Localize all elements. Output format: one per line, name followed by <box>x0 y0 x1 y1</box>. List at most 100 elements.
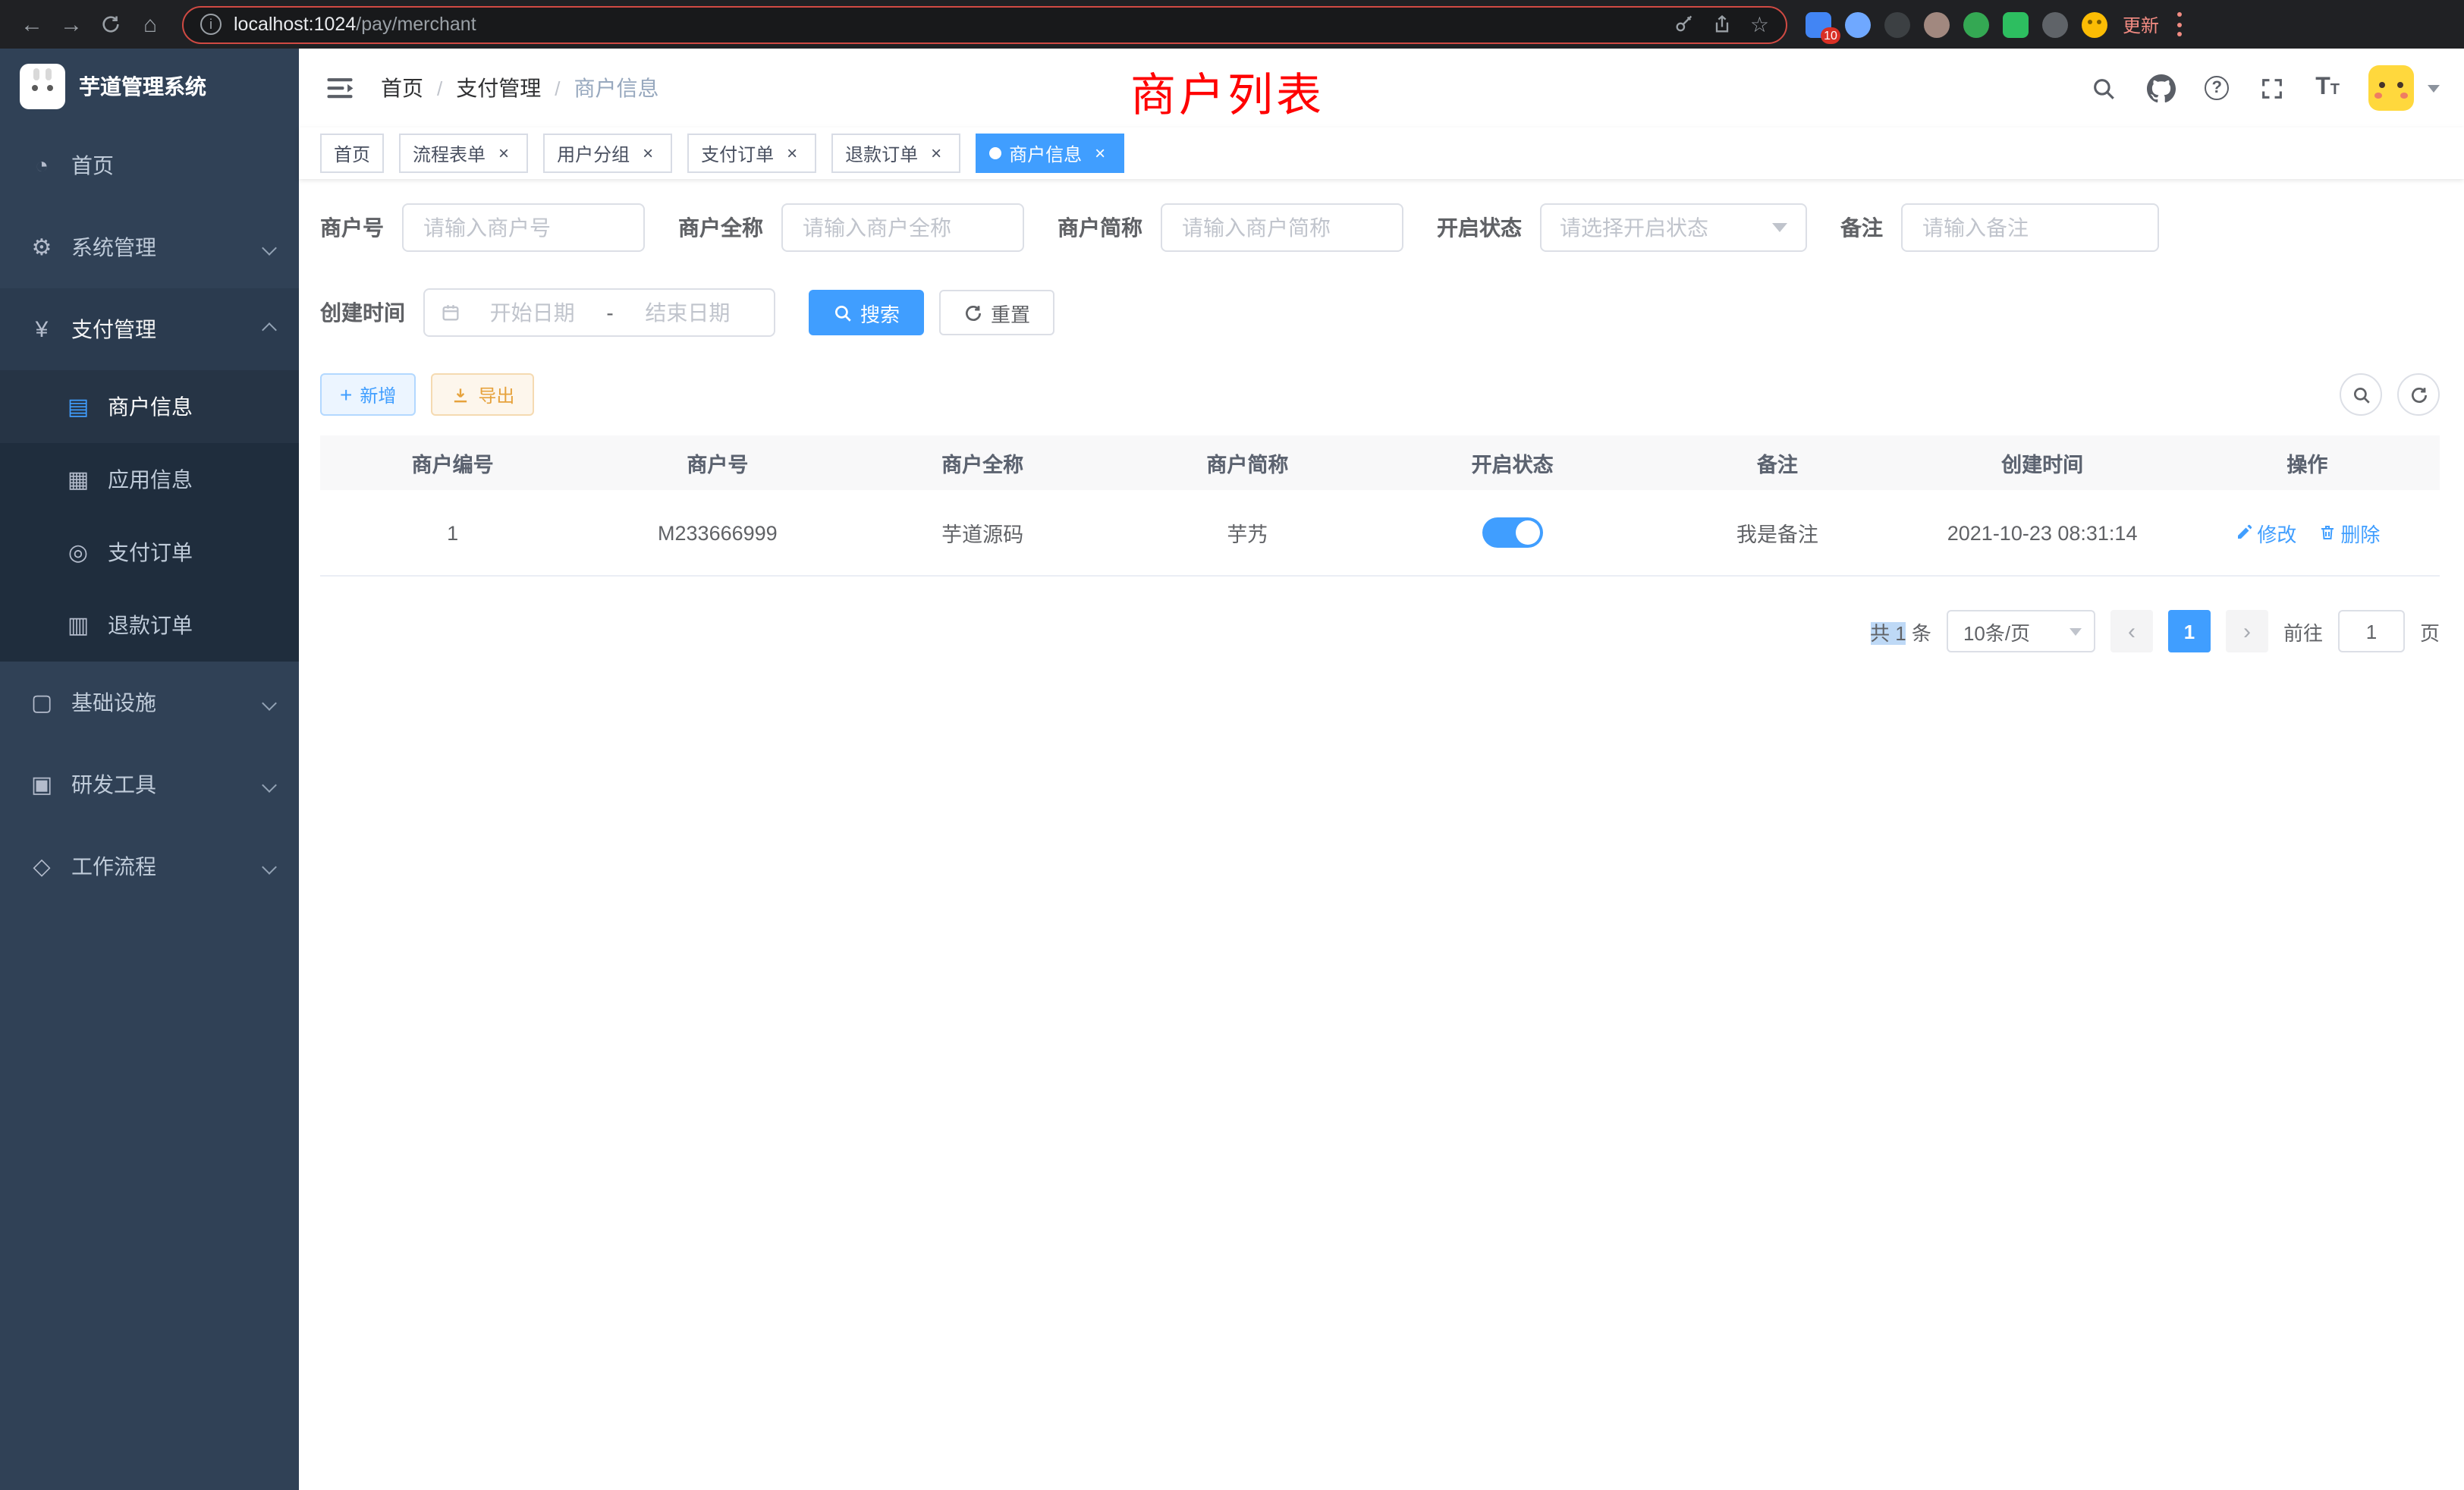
goto-page-input[interactable] <box>2338 610 2405 652</box>
sidebar-item-payment-management[interactable]: ¥ 支付管理 <box>0 288 299 370</box>
extension-icon[interactable] <box>2003 11 2029 37</box>
chevron-down-icon <box>2070 627 2082 635</box>
forward-icon[interactable]: → <box>52 5 91 44</box>
breadcrumb-item[interactable]: 支付管理 <box>456 73 541 103</box>
pencil-icon <box>2234 523 2252 542</box>
filter-status: 开启状态 请选择开启状态 <box>1437 203 1807 252</box>
sidebar-item-merchant-info[interactable]: ▤ 商户信息 <box>0 370 299 443</box>
tab-merchant-info[interactable]: 商户信息 × <box>976 134 1124 173</box>
button-label: 重置 <box>991 298 1030 327</box>
field-label: 商户全称 <box>678 212 781 243</box>
hamburger-icon[interactable] <box>323 71 357 105</box>
sidebar-item-infrastructure[interactable]: ▢ 基础设施 <box>0 662 299 743</box>
sidebar-item-label: 退款订单 <box>108 610 193 640</box>
cell-merchant-id: 1 <box>320 521 585 544</box>
column-header: 商户简称 <box>1115 448 1380 478</box>
sidebar-item-system-management[interactable]: ⚙ 系统管理 <box>0 206 299 288</box>
search-button[interactable]: 搜索 <box>809 290 924 335</box>
close-icon[interactable]: × <box>926 143 947 164</box>
sidebar-item-label: 商户信息 <box>108 391 193 422</box>
remark-input[interactable] <box>1901 203 2159 252</box>
prev-page-button[interactable]: ‹ <box>2110 610 2153 652</box>
merchant-short-name-input[interactable] <box>1161 203 1403 252</box>
extension-icon[interactable] <box>1845 11 1871 37</box>
sidebar-item-label: 支付订单 <box>108 537 193 567</box>
font-size-icon[interactable] <box>2315 74 2340 102</box>
status-toggle[interactable] <box>1482 517 1543 548</box>
key-icon[interactable] <box>1674 14 1696 35</box>
extension-icon[interactable] <box>2042 11 2068 37</box>
active-tab-dot <box>989 147 1001 159</box>
extension-icon[interactable] <box>1963 11 1989 37</box>
browser-update-button[interactable]: 更新 <box>2123 11 2159 37</box>
add-button[interactable]: + 新增 <box>320 373 416 416</box>
tab-label: 商户信息 <box>1009 140 1082 166</box>
close-icon[interactable]: × <box>1089 143 1111 164</box>
url-path: /pay/merchant <box>356 14 476 35</box>
search-icon[interactable] <box>2089 74 2118 102</box>
sidebar-item-workflow[interactable]: ◇ 工作流程 <box>0 825 299 907</box>
field-label: 创建时间 <box>320 297 423 328</box>
chevron-down-icon <box>262 777 277 792</box>
date-range-picker[interactable]: 开始日期 - 结束日期 <box>423 288 775 337</box>
edit-link[interactable]: 修改 <box>2234 518 2296 547</box>
share-icon[interactable] <box>1712 14 1733 35</box>
reset-button[interactable]: 重置 <box>939 290 1054 335</box>
delete-link[interactable]: 删除 <box>2318 518 2380 547</box>
yen-icon: ¥ <box>29 316 55 342</box>
reload-icon[interactable] <box>91 5 130 44</box>
tab-process-form[interactable]: 流程表单 × <box>399 134 528 173</box>
filter-remark: 备注 <box>1840 203 2159 252</box>
sidebar-item-refund-orders[interactable]: ▥ 退款订单 <box>0 589 299 662</box>
tab-refund-orders[interactable]: 退款订单 × <box>831 134 960 173</box>
sidebar-item-label: 系统管理 <box>71 232 156 262</box>
extension-icon[interactable] <box>1884 11 1910 37</box>
page-size-select[interactable]: 10条/页 <box>1947 610 2095 652</box>
screen: ← → ⌂ i localhost:1024 /pay/merchant ☆ 1… <box>0 0 2464 1490</box>
chevron-down-icon[interactable] <box>2428 84 2440 92</box>
close-icon[interactable]: × <box>637 143 658 164</box>
tab-label: 退款订单 <box>845 140 918 166</box>
app-logo[interactable]: 芋道管理系统 <box>0 49 299 124</box>
column-header: 创建时间 <box>1910 448 2175 478</box>
merchant-no-input[interactable] <box>402 203 645 252</box>
filter-merchant-full-name: 商户全称 <box>678 203 1024 252</box>
sidebar-item-home[interactable]: ◔ 首页 <box>0 124 299 206</box>
extension-puzzle-icon[interactable]: 10 <box>1806 11 1831 37</box>
tab-home[interactable]: 首页 <box>320 134 384 173</box>
page-number: 1 <box>2184 620 2195 643</box>
home-icon[interactable]: ⌂ <box>130 5 170 44</box>
export-button[interactable]: 导出 <box>431 373 534 416</box>
status-select[interactable]: 请选择开启状态 <box>1540 203 1807 252</box>
page-number-button[interactable]: 1 <box>2168 610 2211 652</box>
red-annotation-label: 商户列表 <box>1130 58 1325 124</box>
breadcrumb-item[interactable]: 首页 <box>381 73 423 103</box>
help-icon[interactable] <box>2205 76 2229 100</box>
next-page-button[interactable]: › <box>2226 610 2268 652</box>
avatar[interactable] <box>2368 65 2414 111</box>
profile-avatar-icon[interactable] <box>2082 11 2107 37</box>
back-icon[interactable]: ← <box>12 5 52 44</box>
url-bar[interactable]: i localhost:1024 /pay/merchant ☆ <box>182 5 1787 43</box>
github-icon[interactable] <box>2147 74 2176 102</box>
browser-menu-kebab-icon[interactable] <box>2171 12 2186 36</box>
sidebar-item-payment-orders[interactable]: ◎ 支付订单 <box>0 516 299 589</box>
close-icon[interactable]: × <box>493 143 514 164</box>
toggle-search-button[interactable] <box>2340 373 2382 416</box>
refresh-table-button[interactable] <box>2397 373 2440 416</box>
sidebar-item-dev-tools[interactable]: ▣ 研发工具 <box>0 743 299 825</box>
pagination: 共 1 条 10条/页 ‹ 1 › 前往 <box>320 610 2440 652</box>
close-icon[interactable]: × <box>781 143 803 164</box>
tab-payment-orders[interactable]: 支付订单 × <box>687 134 816 173</box>
sidebar-item-app-info[interactable]: ▦ 应用信息 <box>0 443 299 516</box>
tab-label: 首页 <box>334 140 370 166</box>
merchant-full-name-input[interactable] <box>781 203 1024 252</box>
bookmark-star-icon[interactable]: ☆ <box>1750 14 1769 35</box>
chevron-right-icon: › <box>2243 618 2251 644</box>
page-unit-label: 页 <box>2420 617 2440 646</box>
tab-user-group[interactable]: 用户分组 × <box>543 134 672 173</box>
extension-icon[interactable] <box>1924 11 1950 37</box>
fullscreen-icon[interactable] <box>2258 74 2286 102</box>
button-label: 导出 <box>478 382 514 407</box>
site-info-icon[interactable]: i <box>200 14 222 35</box>
